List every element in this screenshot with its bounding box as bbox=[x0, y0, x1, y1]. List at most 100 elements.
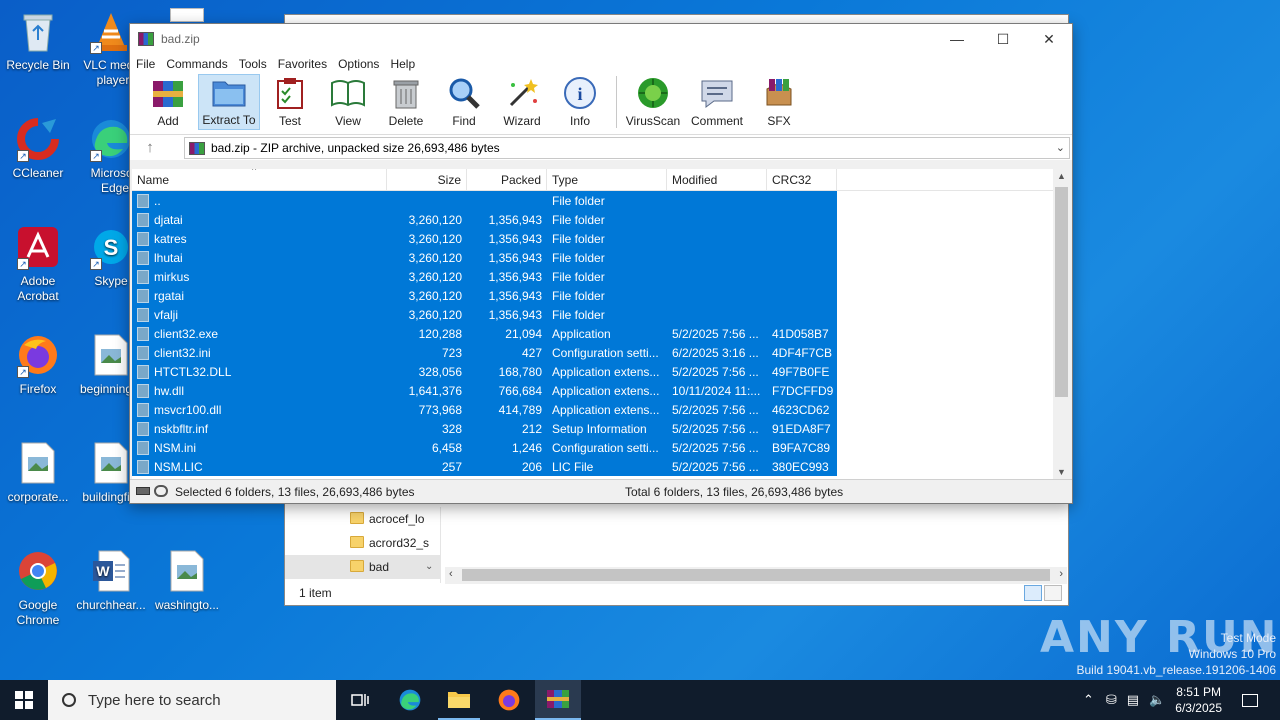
title-bar[interactable]: bad.zip — ☐ ✕ bbox=[130, 24, 1072, 54]
desktop-icon-corporate[interactable]: corporate... bbox=[0, 440, 76, 505]
chevron-down-icon[interactable]: ⌄ bbox=[1056, 141, 1065, 154]
column-name[interactable]: Name ^ bbox=[132, 169, 387, 190]
table-row[interactable]: vfalji 3,260,120 1,356,943 File folder bbox=[132, 305, 837, 324]
cell-text: 1,356,943 bbox=[488, 212, 542, 227]
up-arrow-icon[interactable]: ↑ bbox=[130, 139, 170, 156]
chevron-right-icon[interactable]: › bbox=[1059, 568, 1063, 580]
chevron-up-icon[interactable]: ⌃ bbox=[1083, 692, 1094, 708]
desktop-icon-label: CCleaner bbox=[12, 166, 64, 180]
table-row[interactable]: client32.exe 120,288 21,094 Application 5/2/… bbox=[132, 324, 837, 343]
menu-favorites[interactable]: Favorites bbox=[278, 57, 333, 71]
table-row[interactable]: .. File folder bbox=[132, 191, 837, 210]
column-packed[interactable]: Packed bbox=[467, 169, 547, 190]
volume-icon[interactable]: 🔈 bbox=[1149, 692, 1165, 708]
column-size[interactable]: Size bbox=[387, 169, 467, 190]
desktop-icon-recycle-bin[interactable]: Recycle Bin bbox=[0, 8, 76, 73]
file-list[interactable]: Name ^ Size Packed Type Modified CRC32 ..… bbox=[132, 169, 1056, 479]
minimize-button[interactable]: — bbox=[934, 24, 980, 54]
taskbar-edge[interactable] bbox=[390, 680, 430, 720]
wizard-button[interactable]: Wizard bbox=[494, 74, 550, 130]
notifications-icon[interactable] bbox=[1242, 693, 1258, 707]
column-crc32[interactable]: CRC32 bbox=[767, 169, 837, 190]
taskbar-winrar[interactable] bbox=[535, 680, 581, 720]
cell-text: lhutai bbox=[154, 250, 183, 265]
table-row[interactable]: HTCTL32.DLL 328,056 168,780 Application ext… bbox=[132, 362, 837, 381]
add-button[interactable]: Add bbox=[140, 74, 196, 130]
desktop-icon-washingto[interactable]: washingto... bbox=[149, 548, 225, 613]
scroll-down-icon[interactable]: ▼ bbox=[1053, 467, 1070, 477]
nav-item-acrord32[interactable]: acrord32_s bbox=[285, 531, 440, 555]
table-row[interactable]: rgatai 3,260,120 1,356,943 File folder bbox=[132, 286, 837, 305]
view-button[interactable]: View bbox=[320, 74, 376, 130]
close-button[interactable]: ✕ bbox=[1026, 24, 1072, 54]
desktop-icon-firefox[interactable]: ↗ Firefox bbox=[0, 332, 76, 397]
sfx-button[interactable]: SFX bbox=[751, 74, 807, 130]
folder-icon bbox=[137, 212, 149, 227]
extract-to-button[interactable]: Extract To bbox=[198, 74, 260, 130]
network-icon[interactable]: ▤ bbox=[1127, 692, 1139, 708]
file-list-vertical-scrollbar[interactable]: ▲ ▼ bbox=[1053, 169, 1070, 479]
desktop-icon-chrome[interactable]: Google Chrome bbox=[0, 548, 76, 628]
virusscan-button[interactable]: VirusScan bbox=[623, 74, 683, 130]
cell-text: 6,458 bbox=[431, 440, 462, 455]
cell-text: File folder bbox=[552, 269, 605, 284]
table-row[interactable]: katres 3,260,120 1,356,943 File folder bbox=[132, 229, 837, 248]
winrar-window[interactable]: bad.zip — ☐ ✕ File Commands Tools Favori… bbox=[129, 23, 1073, 504]
desktop-icon-churchhear[interactable]: W churchhear... bbox=[73, 548, 149, 613]
scrollbar-thumb[interactable] bbox=[462, 569, 1050, 581]
cell-name: djatai bbox=[132, 210, 387, 229]
menu-help[interactable]: Help bbox=[390, 57, 421, 71]
image-file-icon bbox=[88, 332, 134, 378]
menu-file[interactable]: File bbox=[136, 57, 161, 71]
column-modified[interactable]: Modified bbox=[667, 169, 767, 190]
table-row[interactable]: mirkus 3,260,120 1,356,943 File folder bbox=[132, 267, 837, 286]
cell-type: File folder bbox=[547, 286, 667, 305]
table-row[interactable]: djatai 3,260,120 1,356,943 File folder bbox=[132, 210, 837, 229]
test-button[interactable]: Test bbox=[262, 74, 318, 130]
archive-path-box[interactable]: bad.zip - ZIP archive, unpacked size 26,… bbox=[184, 137, 1070, 159]
delete-button[interactable]: Delete bbox=[378, 74, 434, 130]
large-icons-view-icon[interactable] bbox=[1044, 585, 1062, 601]
task-view-button[interactable] bbox=[340, 680, 380, 720]
scroll-up-icon[interactable]: ▲ bbox=[1053, 171, 1070, 181]
start-button[interactable] bbox=[0, 680, 48, 720]
folder-icon bbox=[350, 536, 364, 548]
chevron-left-icon[interactable]: ‹ bbox=[449, 568, 453, 580]
cell-text: 380EC993 bbox=[772, 459, 829, 474]
scrollbar-thumb[interactable] bbox=[1055, 187, 1068, 397]
cell-text: nskbfltr.inf bbox=[154, 421, 209, 436]
comment-button[interactable]: Comment bbox=[685, 74, 749, 130]
desktop-icon-acrobat[interactable]: ↗ Adobe Acrobat bbox=[0, 224, 76, 304]
desktop-partial-file-icon[interactable] bbox=[170, 8, 204, 22]
menu-options[interactable]: Options bbox=[338, 57, 385, 71]
details-view-icon[interactable] bbox=[1024, 585, 1042, 601]
table-row[interactable]: msvcr100.dll 773,968 414,789 Application ex… bbox=[132, 400, 837, 419]
chevron-down-icon[interactable]: ⌄ bbox=[425, 561, 433, 572]
column-type[interactable]: Type bbox=[547, 169, 667, 190]
table-row[interactable]: hw.dll 1,641,376 766,684 Application extens… bbox=[132, 381, 837, 400]
security-icon[interactable]: ⛁ bbox=[1106, 692, 1117, 708]
cell-text: 91EDA8F7 bbox=[772, 421, 831, 436]
table-row[interactable]: lhutai 3,260,120 1,356,943 File folder bbox=[132, 248, 837, 267]
nav-item-acrocef[interactable]: acrocef_lo bbox=[285, 507, 440, 531]
cell-size: 257 bbox=[387, 457, 467, 476]
maximize-button[interactable]: ☐ bbox=[980, 24, 1026, 54]
cell-text: 328 bbox=[441, 421, 462, 436]
file-list-rows: .. File folder djatai 3,260,120 1,356,943 Fil… bbox=[132, 191, 1056, 476]
table-row[interactable]: NSM.ini 6,458 1,246 Configuration setti... 5… bbox=[132, 438, 837, 457]
table-row[interactable]: NSM.LIC 257 206 LIC File 5/2/2025 7:56 ... 38… bbox=[132, 457, 837, 476]
info-button[interactable]: i Info bbox=[552, 74, 608, 130]
menu-tools[interactable]: Tools bbox=[239, 57, 273, 71]
taskbar-firefox[interactable] bbox=[488, 680, 530, 720]
table-row[interactable]: nskbfltr.inf 328 212 Setup Information 5/2/2… bbox=[132, 419, 837, 438]
watermark-line: Windows 10 Pro bbox=[1188, 647, 1276, 661]
menu-commands[interactable]: Commands bbox=[166, 57, 233, 71]
nav-item-bad[interactable]: bad ⌄ bbox=[285, 555, 440, 579]
taskbar-search-box[interactable]: Type here to search bbox=[48, 680, 336, 720]
find-button[interactable]: Find bbox=[436, 74, 492, 130]
taskbar-file-explorer[interactable] bbox=[438, 680, 480, 720]
desktop-icon-ccleaner[interactable]: ↗ CCleaner bbox=[0, 116, 76, 181]
clock[interactable]: 8:51 PM 6/3/2025 bbox=[1175, 684, 1222, 716]
table-row[interactable]: client32.ini 723 427 Configuration setti...… bbox=[132, 343, 837, 362]
cell-text: File folder bbox=[552, 193, 605, 208]
